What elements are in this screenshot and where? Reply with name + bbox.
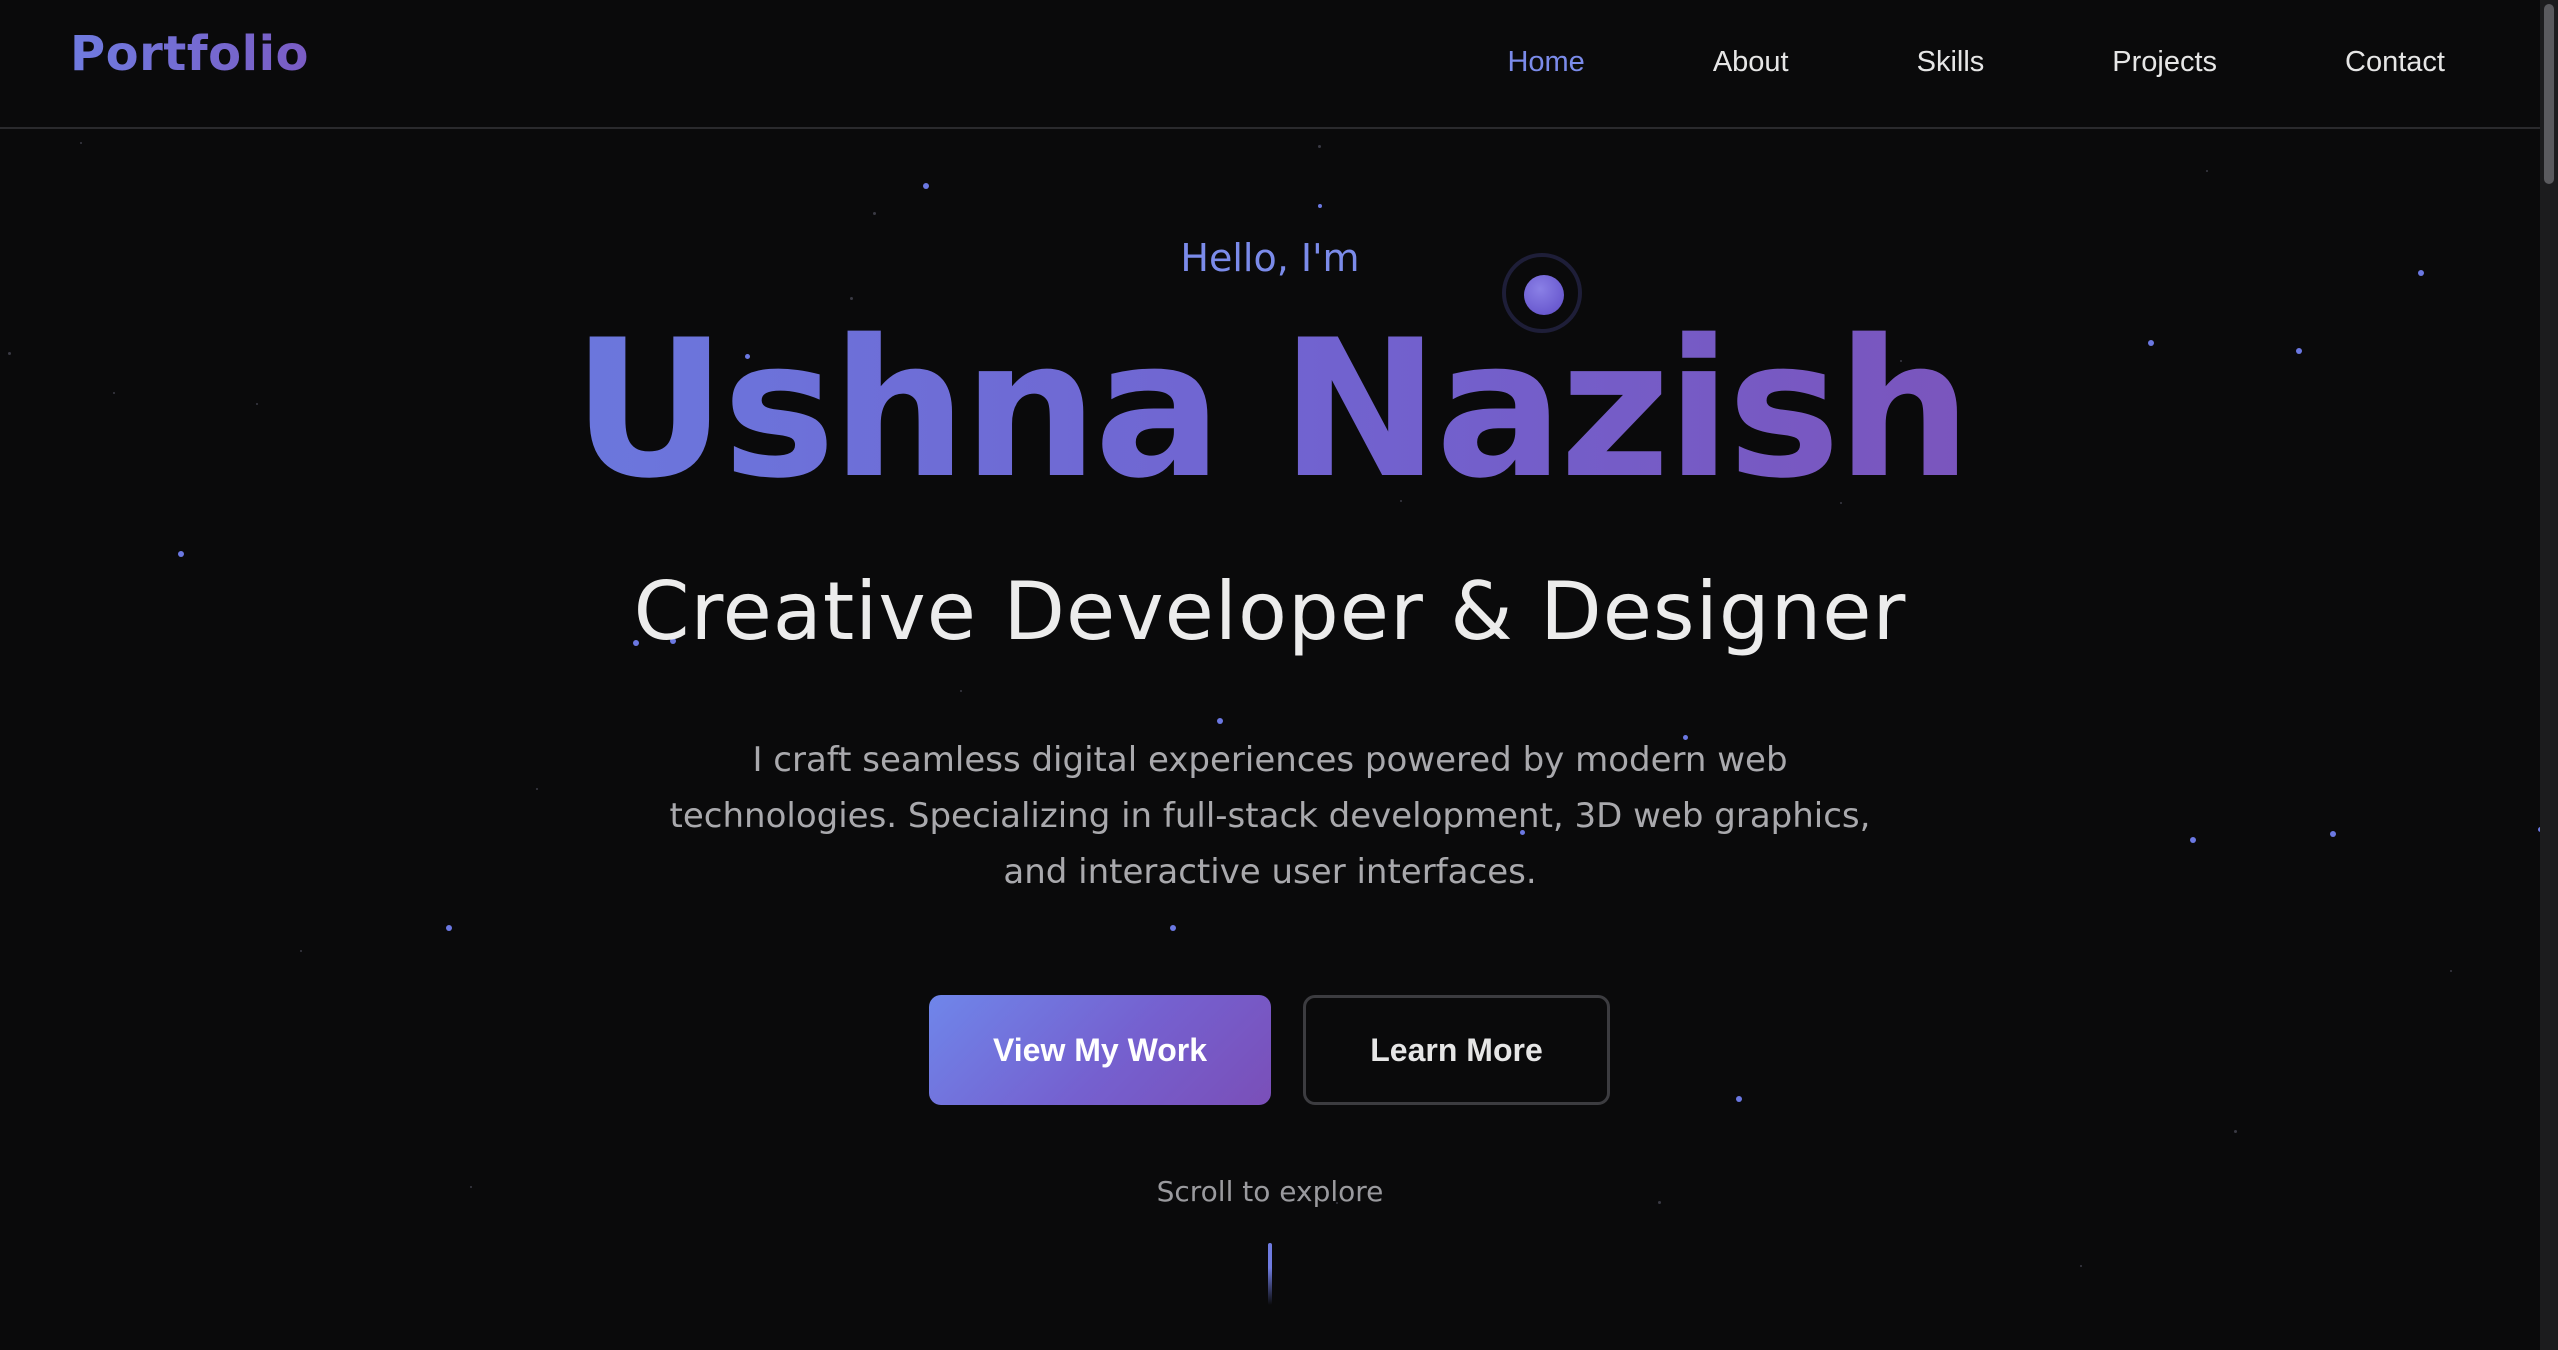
scrollbar-thumb[interactable]: [2544, 4, 2554, 184]
hero-greeting: Hello, I'm: [1180, 236, 1360, 280]
star-dot: [923, 183, 929, 189]
scroll-indicator-icon: [1268, 1243, 1272, 1305]
hero-role: Creative Developer & Designer: [633, 565, 1907, 658]
nav-link-projects[interactable]: Projects: [2112, 46, 2217, 79]
hero-name: Ushna Nazish: [0, 300, 2540, 520]
logo[interactable]: Portfolio: [70, 26, 309, 82]
nav-link-skills[interactable]: Skills: [1917, 46, 1985, 79]
star-dot: [2080, 1265, 2082, 1267]
star-dot: [2206, 170, 2208, 172]
view-my-work-button[interactable]: View My Work: [929, 995, 1271, 1105]
star-dot: [300, 950, 302, 952]
nav-link-about[interactable]: About: [1713, 46, 1789, 79]
star-dot: [2234, 1130, 2237, 1133]
star-dot: [1318, 204, 1322, 208]
nav-link-home[interactable]: Home: [1507, 46, 1584, 79]
star-dot: [536, 788, 538, 790]
learn-more-button[interactable]: Learn More: [1303, 995, 1610, 1105]
star-dot: [2450, 970, 2452, 972]
nav-links: Home About Skills Projects Contact: [1379, 0, 2445, 125]
navbar: Portfolio Home About Skills Projects Con…: [0, 0, 2540, 129]
star-dot: [1217, 718, 1223, 724]
star-dot: [1170, 925, 1176, 931]
star-dot: [1736, 1096, 1742, 1102]
scroll-hint: Scroll to explore: [1156, 1175, 1384, 1208]
portfolio-page: Portfolio Home About Skills Projects Con…: [0, 0, 2558, 1350]
star-dot: [1318, 145, 1321, 148]
star-dot: [178, 551, 184, 557]
star-dot: [2330, 831, 2336, 837]
hero-name-text: Ushna Nazish: [572, 299, 1972, 520]
star-dot: [960, 690, 962, 692]
star-dot: [873, 212, 876, 215]
page-scrollbar[interactable]: [2540, 0, 2558, 1350]
star-dot: [2190, 837, 2196, 843]
hero-description: I craft seamless digital experiences pow…: [669, 740, 1871, 892]
nav-link-contact[interactable]: Contact: [2345, 46, 2445, 79]
star-dot: [80, 142, 82, 144]
star-dot: [446, 925, 452, 931]
